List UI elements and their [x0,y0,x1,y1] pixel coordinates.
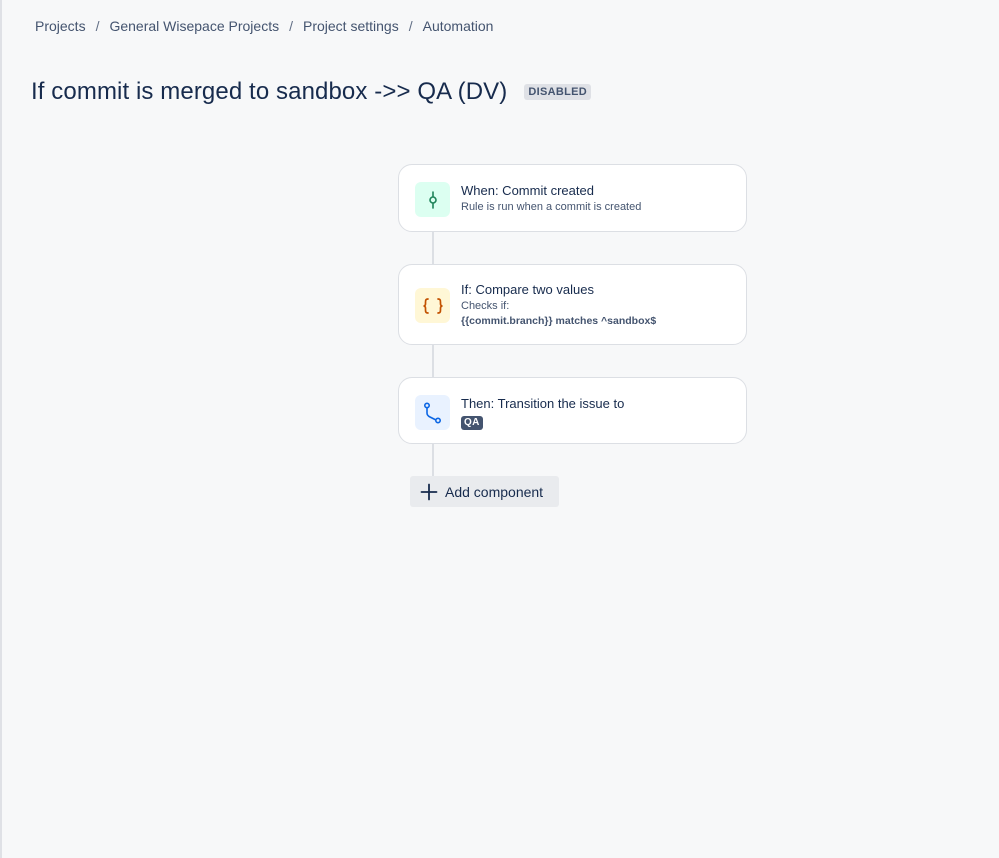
breadcrumb-separator: / [408,18,413,34]
action-card[interactable]: Then: Transition the issue to QA [398,377,747,444]
add-component-button[interactable]: Add component [410,476,559,507]
flow-connector [432,345,434,377]
commit-icon [415,182,450,217]
breadcrumb-automation[interactable]: Automation [423,18,494,34]
status-lozenge: QA [461,416,483,430]
plus-icon [420,483,438,501]
left-border [0,0,2,858]
condition-card[interactable]: If: Compare two values Checks if: {{comm… [398,264,747,345]
action-title: Then: Transition the issue to [461,396,625,411]
condition-title: If: Compare two values [461,282,594,297]
status-badge: DISABLED [524,84,591,100]
breadcrumb-general-wisepace-projects[interactable]: General Wisepace Projects [109,18,279,34]
breadcrumb-project-settings[interactable]: Project settings [303,18,399,34]
page-title: If commit is merged to sandbox ->> QA (D… [31,78,508,105]
condition-expression: {{commit.branch}} matches ^sandbox$ [461,315,657,327]
add-component-label: Add component [445,483,544,500]
trigger-title: When: Commit created [461,183,594,198]
flow-connector [432,444,434,476]
flow-connector [432,232,434,264]
braces-icon [415,288,450,323]
title-row: If commit is merged to sandbox ->> QA (D… [31,78,591,106]
breadcrumb: Projects / General Wisepace Projects / P… [35,18,493,34]
breadcrumb-separator: / [95,18,100,34]
trigger-card[interactable]: When: Commit created Rule is run when a … [398,164,747,232]
condition-subtitle: Checks if: [461,300,510,312]
transition-icon [415,395,450,430]
breadcrumb-separator: / [289,18,293,34]
breadcrumb-projects[interactable]: Projects [35,18,86,34]
trigger-subtitle: Rule is run when a commit is created [461,201,642,213]
